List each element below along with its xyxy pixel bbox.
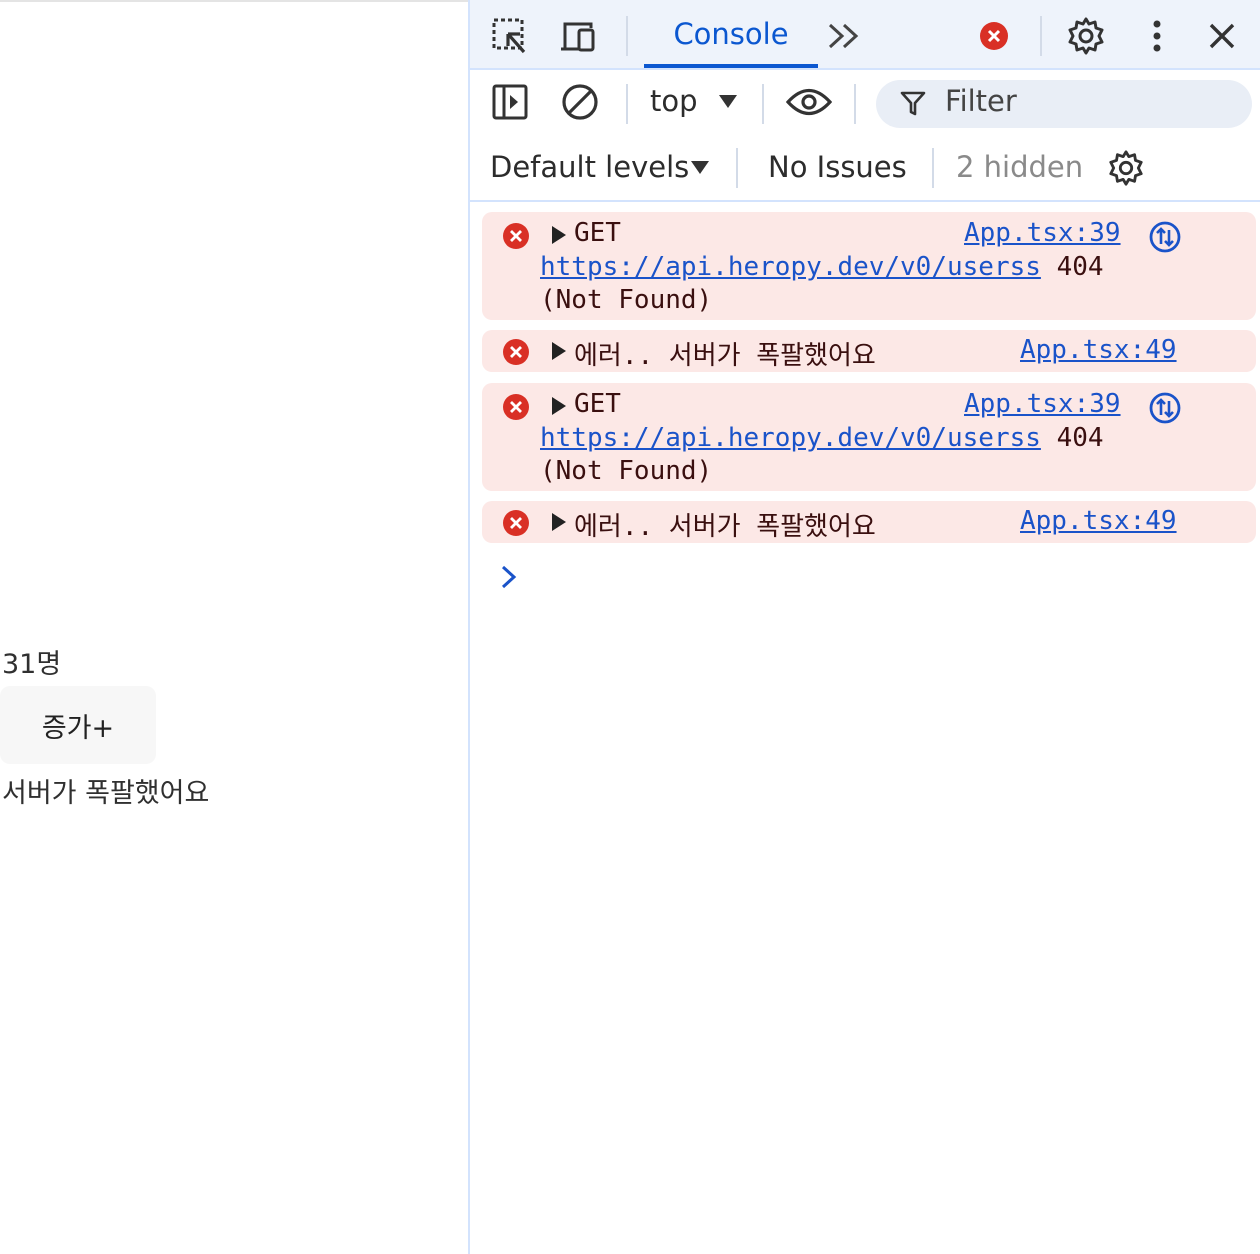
clear-console-icon[interactable]	[558, 80, 602, 124]
error-icon	[502, 338, 530, 373]
error-icon	[502, 393, 530, 428]
request-url-link[interactable]: https://api.heropy.dev/v0/userss	[540, 252, 1041, 282]
chevron-down-icon	[718, 94, 738, 114]
request-url-link[interactable]: https://api.heropy.dev/v0/userss	[540, 423, 1041, 453]
expand-triangle-icon[interactable]	[552, 342, 566, 360]
message-text: 에러.. 서버가 폭팔했어요	[574, 512, 876, 542]
devtools-tabbar: Console	[470, 0, 1260, 70]
expand-triangle-icon[interactable]	[552, 513, 566, 531]
settings-gear-icon[interactable]	[1064, 14, 1108, 58]
error-icon	[502, 222, 530, 257]
network-request-icon[interactable]	[1148, 220, 1182, 254]
log-levels-dropdown[interactable]: Default levels	[490, 150, 689, 184]
error-message-text: 서버가 폭팔했어요	[2, 778, 210, 809]
error-icon	[502, 509, 530, 544]
source-link[interactable]: App.tsx:49	[1020, 506, 1177, 536]
message-text: 에러.. 서버가 폭팔했어요	[574, 341, 876, 371]
context-selector[interactable]: top	[650, 84, 698, 118]
message-text: GET	[574, 389, 621, 419]
filter-funnel-icon	[898, 88, 928, 118]
app-page: 31명 증가+ 서버가 폭팔했어요	[0, 0, 468, 1254]
message-text: GET	[574, 218, 621, 248]
console-error-message[interactable]: GET App.tsx:39 https://api.heropy.dev/v0…	[482, 383, 1256, 491]
devtools-panel: Console top Filter Default levels No Iss…	[468, 0, 1260, 1254]
status-text: (Not Found)	[540, 285, 713, 315]
source-link[interactable]: App.tsx:39	[964, 389, 1121, 419]
device-toolbar-icon[interactable]	[558, 14, 602, 58]
increase-button[interactable]: 증가+	[0, 686, 156, 764]
filter-placeholder: Filter	[945, 84, 1017, 118]
chevron-down-icon	[690, 160, 710, 180]
source-link[interactable]: App.tsx:49	[1020, 335, 1177, 365]
user-count-text: 31명	[2, 649, 62, 680]
filter-input[interactable]	[876, 80, 1252, 128]
more-options-icon[interactable]	[1138, 14, 1176, 58]
status-code: 404	[1056, 423, 1104, 453]
console-error-message[interactable]: 에러.. 서버가 폭팔했어요 App.tsx:49	[482, 330, 1256, 372]
expand-triangle-icon[interactable]	[552, 397, 566, 415]
error-count-icon[interactable]	[978, 20, 1010, 52]
source-link[interactable]: App.tsx:39	[964, 218, 1121, 248]
status-code: 404	[1056, 252, 1104, 282]
chevrons-right-icon[interactable]	[822, 16, 866, 56]
network-request-icon[interactable]	[1148, 391, 1182, 425]
console-error-message[interactable]: 에러.. 서버가 폭팔했어요 App.tsx:49	[482, 501, 1256, 543]
console-error-message[interactable]: GET App.tsx:39 https://api.heropy.dev/v0…	[482, 212, 1256, 320]
sidebar-toggle-icon[interactable]	[488, 80, 532, 124]
hidden-messages-count: 2 hidden	[956, 150, 1084, 184]
issues-link[interactable]: No Issues	[768, 150, 907, 184]
console-settings-gear-icon[interactable]	[1106, 148, 1146, 188]
status-text: (Not Found)	[540, 456, 713, 486]
console-prompt-chevron-icon[interactable]	[500, 562, 518, 596]
tab-console[interactable]: Console	[644, 0, 818, 68]
close-icon[interactable]	[1200, 14, 1244, 58]
expand-triangle-icon[interactable]	[552, 226, 566, 244]
inspect-element-icon[interactable]	[488, 14, 532, 58]
active-tab-indicator	[644, 64, 818, 68]
live-expression-eye-icon[interactable]	[784, 80, 834, 124]
